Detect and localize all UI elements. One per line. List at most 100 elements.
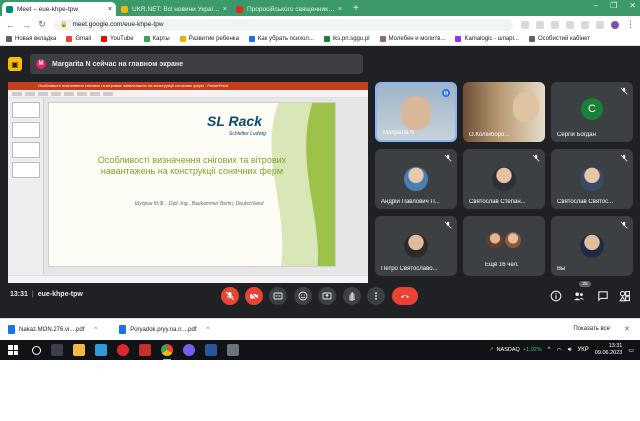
wifi-icon[interactable]: ◠: [556, 347, 561, 354]
close-icon[interactable]: ×: [223, 6, 227, 13]
captions-button[interactable]: [269, 287, 287, 305]
bookmark-item[interactable]: iks.pn.sggu.pl: [323, 36, 370, 42]
bookmark-item[interactable]: Молебен и молитв...: [379, 36, 445, 42]
word-icon[interactable]: [205, 344, 217, 356]
menu-icon[interactable]: ⋮: [626, 19, 635, 30]
activities-button[interactable]: [619, 290, 631, 302]
task-view-icon[interactable]: [51, 344, 63, 356]
reader-icon[interactable]: [139, 344, 151, 356]
bookmark-item[interactable]: Карты: [143, 36, 170, 42]
phone-hangup-icon: [401, 295, 409, 298]
show-all-downloads-link[interactable]: Показать все: [573, 326, 610, 332]
extension-icon[interactable]: [566, 20, 574, 29]
volume-icon[interactable]: 🔊︎: [568, 347, 572, 354]
forward-icon[interactable]: →: [22, 20, 31, 30]
bookmark-item[interactable]: Новая вкладка: [6, 36, 56, 42]
participant-tile[interactable]: Святослав Степан...: [463, 149, 545, 209]
mic-off-icon: [620, 221, 628, 229]
more-options-button[interactable]: [367, 287, 385, 305]
camera-permission-icon[interactable]: [521, 20, 529, 29]
mic-off-icon: [620, 154, 628, 162]
participant-tile[interactable]: Вы: [551, 216, 633, 276]
back-icon[interactable]: ←: [6, 20, 15, 30]
mic-off-icon: [225, 291, 235, 301]
maximize-icon[interactable]: ❐: [610, 1, 617, 10]
address-bar[interactable]: 🔒 meet.google.com/eue-khpe-tpw: [54, 18, 513, 31]
close-icon[interactable]: ✕: [624, 325, 630, 333]
present-screen-icon[interactable]: ▣: [8, 57, 22, 71]
shared-screen: Особливості визначення снігових та вітро…: [8, 82, 368, 283]
bookmark-item[interactable]: Gmail: [66, 36, 91, 42]
profile-avatar[interactable]: [611, 20, 619, 29]
people-button[interactable]: [573, 290, 585, 302]
participant-tile[interactable]: О.Колімборо...: [463, 82, 545, 142]
participant-name: Margarita N: [383, 130, 415, 136]
chat-button[interactable]: [597, 290, 609, 302]
screen: Meet – eue-khpe-tpw × UKR.NET: Всі новин…: [0, 0, 640, 360]
opera-icon[interactable]: [117, 344, 129, 356]
mic-toggle-button[interactable]: [221, 287, 239, 305]
download-item[interactable]: Poryadok.pryy.na.n....pdf ^: [119, 325, 209, 334]
camera-toggle-button[interactable]: [245, 287, 263, 305]
bookmark-item[interactable]: Kamalogic - шпарг...: [455, 36, 519, 42]
new-tab-button[interactable]: +: [347, 2, 365, 16]
chevron-up-icon[interactable]: ^: [206, 327, 209, 333]
participant-tile[interactable]: Петро Святославо...: [375, 216, 457, 276]
notifications-icon[interactable]: ▭: [628, 347, 634, 354]
raise-hand-button[interactable]: [343, 287, 361, 305]
close-icon[interactable]: ×: [338, 6, 342, 13]
sidebar-icon[interactable]: [596, 20, 604, 29]
speaking-indicator-icon: [442, 89, 450, 97]
close-icon[interactable]: ×: [108, 6, 112, 13]
settings-icon[interactable]: [227, 344, 239, 356]
share-icon[interactable]: [536, 20, 544, 29]
end-call-button[interactable]: [392, 287, 418, 305]
present-button[interactable]: [318, 287, 336, 305]
tab-ukrnet[interactable]: UKR.NET: Всі новини України, ос ×: [117, 2, 231, 16]
language-indicator[interactable]: УКР: [577, 347, 588, 353]
chrome-icon[interactable]: [161, 344, 173, 360]
slide-thumbnail: [12, 162, 40, 178]
download-item[interactable]: Nakaz.MON.276.vi....pdf ^: [8, 325, 97, 334]
participant-tile[interactable]: Святослав Святос...: [551, 149, 633, 209]
avatar: [580, 167, 604, 191]
tab-meet[interactable]: Meet – eue-khpe-tpw ×: [2, 2, 116, 16]
stock-change: +1,02%: [522, 347, 542, 353]
reload-icon[interactable]: ↻: [38, 19, 46, 30]
participant-tile[interactable]: Андрій Павлович П...: [375, 149, 457, 209]
participant-tile[interactable]: Ещё 16 чел.: [463, 216, 545, 276]
bookmark-item[interactable]: Развитие ребенка: [179, 36, 239, 42]
participant-tile[interactable]: С Сергій Богдан: [551, 82, 633, 142]
clock[interactable]: 13:31 09.06.2023: [595, 343, 623, 357]
bookmark-item[interactable]: YouTube: [101, 36, 134, 42]
puzzle-icon[interactable]: [581, 20, 589, 29]
close-window-icon[interactable]: ✕: [629, 1, 636, 10]
windows-start-icon[interactable]: [8, 345, 18, 355]
participant-name: Андрій Павлович П...: [381, 199, 440, 205]
people-icon: [573, 292, 585, 301]
address-row: ← → ↻ 🔒 meet.google.com/eue-khpe-tpw ⋮: [0, 16, 640, 33]
reactions-button[interactable]: [294, 287, 312, 305]
meeting-details-button[interactable]: [550, 290, 562, 302]
participant-tile[interactable]: Margarita N: [375, 82, 457, 142]
media-player-icon[interactable]: [95, 344, 107, 356]
meeting-time: 13:31: [10, 291, 28, 298]
bookmark-item[interactable]: Особистий кабінет: [528, 36, 590, 42]
chevron-up-icon[interactable]: ^: [548, 347, 551, 353]
participant-count-badge: 25: [579, 281, 591, 287]
slide-thumbnail: [12, 122, 40, 138]
minimize-icon[interactable]: –: [594, 1, 598, 10]
meeting-code: eue-khpe-tpw: [37, 291, 83, 298]
star-icon[interactable]: [551, 20, 559, 29]
slide-thumbnail: [12, 142, 40, 158]
chevron-up-icon[interactable]: ^: [94, 327, 97, 333]
mic-off-icon: [444, 221, 452, 229]
stock-widget[interactable]: ↗ NASDAQ +1,02%: [489, 347, 542, 353]
tab-news[interactable]: Проросійського священника за ×: [232, 2, 346, 16]
search-icon[interactable]: [32, 345, 41, 355]
file-explorer-icon[interactable]: [73, 344, 85, 356]
downloads-bar: Nakaz.MON.276.vi....pdf ^ Poryadok.pryy.…: [0, 318, 640, 340]
bookmark-item[interactable]: Как убрать психол...: [248, 36, 314, 42]
participant-avatar: С: [581, 98, 603, 120]
viber-icon[interactable]: [183, 344, 195, 356]
